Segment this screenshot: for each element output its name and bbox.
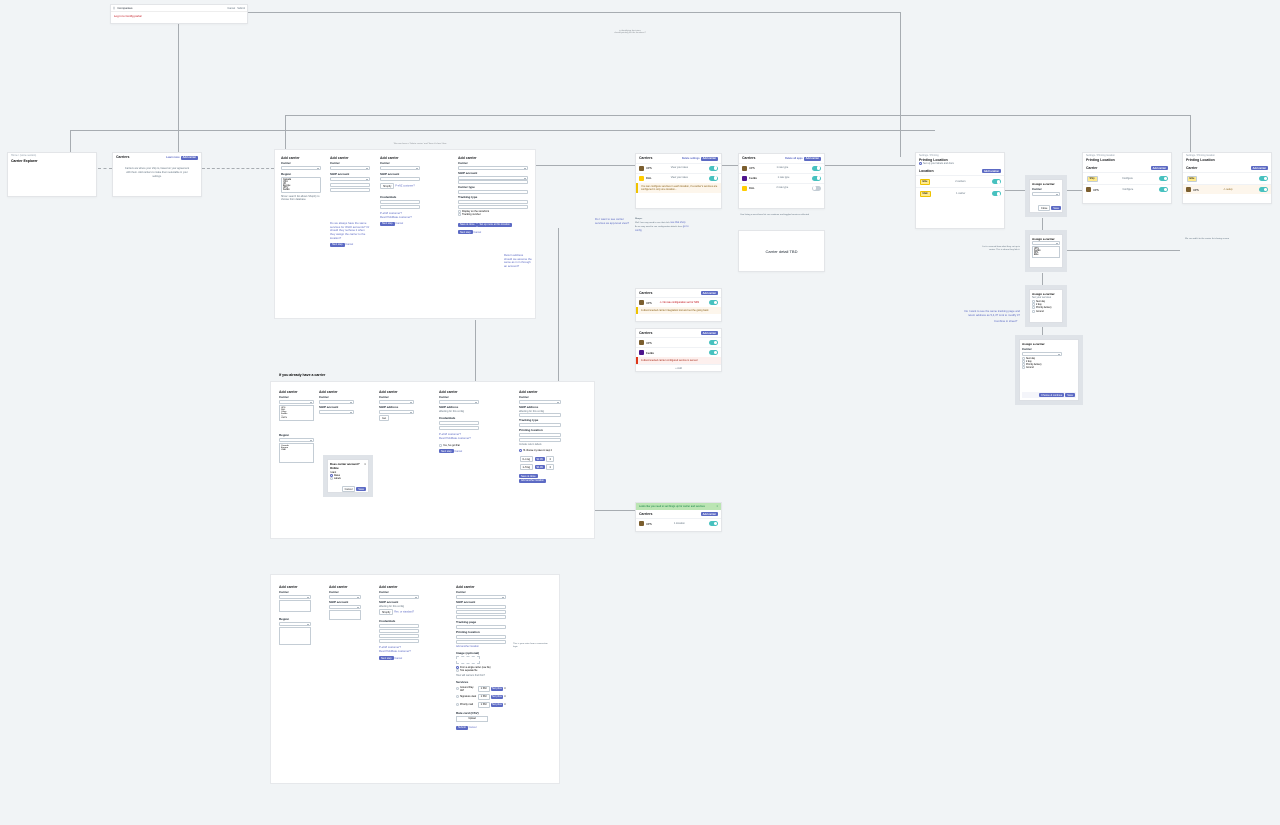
carrier-detail-placeholder: Carrier detail TBD (766, 249, 798, 254)
tip-banner: Looks like you need to set things up for… (636, 503, 721, 510)
carrier-select[interactable] (281, 166, 321, 170)
toggle[interactable] (709, 166, 718, 171)
submit-link[interactable]: Submit (237, 7, 245, 10)
dhl-logo-icon (639, 176, 644, 181)
note-carrier-list: We can add it to the carrier list closin… (1185, 238, 1229, 241)
printing-location-panel: Settings / Printing Printing Location Se… (915, 152, 1005, 229)
companies-title: Companies (117, 6, 132, 10)
upload-drop[interactable]: Upload (456, 716, 488, 722)
carrier-detail-panel: Carrier detail TBD (738, 230, 825, 272)
fedex-logo-icon (742, 176, 747, 181)
carriers-title: Carriers (116, 155, 129, 159)
image-upload[interactable] (456, 656, 480, 664)
flow-a-footnote: We now have a 'Delete carrier' and 'Save… (385, 143, 455, 145)
warning-banner: You can configure services in each locat… (636, 183, 721, 193)
assign-carrier-sheet-3: Assign a carrier Set your services Next … (1025, 285, 1067, 327)
note-app-level: Do I want to see carrier services as app… (595, 218, 630, 225)
config-warning: Log in to Config portal (114, 14, 141, 18)
carriers-empty-panel: Carriers Learn more Add carrier Carriers… (112, 152, 202, 197)
next-step-button[interactable]: Next step (330, 243, 345, 247)
carriers-list-panel-2: CarriersDelete all apps Add carrier UPS1… (738, 153, 825, 209)
carrier-explorer-panel: Home / (some section) Carrier Explorer (7, 152, 97, 197)
ups-logo-icon (639, 166, 644, 171)
flow-add-carrier-c: Add carrier Carrier Region Add carrier C… (270, 574, 560, 784)
assign-carrier-sheet-4: Assign a carrier Carrier Next day 2 day … (1015, 335, 1083, 405)
carriers-warning-panel-2: CarriersAdd carrier UPS FedEx A disconne… (635, 328, 722, 372)
printing-location-panel-2: Settings / Printing location Printing Lo… (1082, 152, 1172, 204)
add-carrier-button[interactable]: Add carrier (181, 156, 198, 160)
carrier-row[interactable]: UPSView your rates (636, 163, 721, 173)
region-list[interactable]: CanadaUSAUKEuropeUPSFedEx (281, 177, 321, 193)
carriers-tip-panel: Looks like you need to set things up for… (635, 502, 722, 532)
learn-more-link[interactable]: Learn more (166, 156, 180, 159)
assign-carrier-sheet-1: Assign a carrier Carrier Close Save (1025, 175, 1067, 217)
flow-add-carrier-a: Add carrier Carrier Region CanadaUSAUKEu… (274, 149, 536, 319)
close-icon[interactable]: × (717, 505, 718, 508)
empty-state-text: Carriers are where your ship to, based o… (125, 167, 189, 179)
printing-location-panel-3: Settings / Printing location Printing Lo… (1182, 152, 1272, 204)
flow-note-top: is identifying decisionsshould printing … (590, 30, 670, 34)
add-carrier-title: Add carrier (281, 156, 321, 160)
explorer-title: Carrier Explorer (8, 158, 96, 164)
flow-b-heading: If you already have a carrier (279, 373, 325, 377)
close-icon[interactable]: × (364, 462, 366, 470)
carriers-list-panel: CarriersDelete settings Add carrier UPSV… (635, 153, 722, 209)
cancel-link[interactable]: Cancel (227, 7, 235, 10)
companies-panel: ⟨⟩ Companies Cancel Submit Log in to Con… (110, 4, 248, 24)
flow-add-carrier-b: Add carrier Carrier UPSDHLOtherFedEx—USP… (270, 381, 595, 539)
assign-carrier-sheet-2: Assign a carrier UPSFedExDHLElite (1025, 230, 1067, 272)
carriers-warning-panel-1: CarriersAdd carrier UPS⚠ No rate configu… (635, 288, 722, 322)
